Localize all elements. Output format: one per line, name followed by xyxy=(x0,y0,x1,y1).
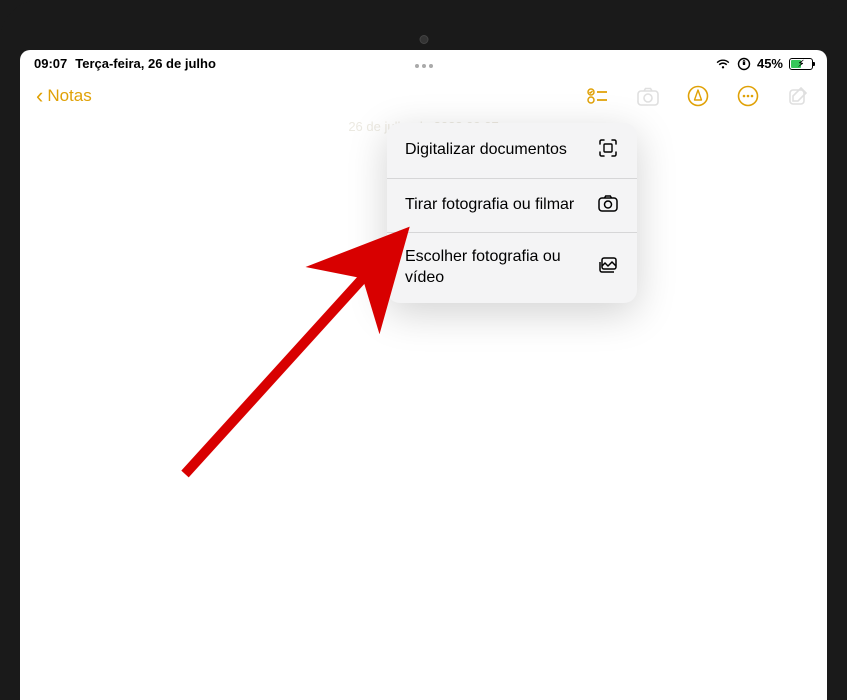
back-label: Notas xyxy=(47,86,91,106)
wifi-icon xyxy=(715,58,731,70)
device-camera xyxy=(419,35,428,44)
compose-icon[interactable] xyxy=(785,83,811,109)
menu-item-choose-photo[interactable]: Escolher fotografia ou vídeo xyxy=(387,232,637,303)
chevron-left-icon: ‹ xyxy=(36,85,43,107)
status-bar: 09:07 Terça-feira, 26 de julho 45% ⚡︎ xyxy=(20,50,827,75)
menu-item-take-photo[interactable]: Tirar fotografia ou filmar xyxy=(387,178,637,232)
nav-bar: ‹ Notas xyxy=(20,75,827,119)
back-button[interactable]: ‹ Notas xyxy=(36,85,92,107)
status-time: 09:07 xyxy=(34,56,67,71)
checklist-icon[interactable] xyxy=(585,83,611,109)
battery-percent: 45% xyxy=(757,56,783,71)
device-frame: 09:07 Terça-feira, 26 de julho 45% ⚡︎ xyxy=(0,0,847,700)
more-icon[interactable] xyxy=(735,83,761,109)
toolbar xyxy=(585,83,811,109)
status-date: Terça-feira, 26 de julho xyxy=(75,56,216,71)
screen: 09:07 Terça-feira, 26 de julho 45% ⚡︎ xyxy=(20,50,827,700)
camera-outline-icon xyxy=(597,193,619,218)
gallery-icon xyxy=(597,255,619,280)
rotation-lock-icon xyxy=(737,57,751,71)
menu-item-label: Tirar fotografia ou filmar xyxy=(405,195,585,216)
menu-item-label: Digitalizar documentos xyxy=(405,140,585,161)
menu-item-scan-documents[interactable]: Digitalizar documentos xyxy=(387,123,637,178)
camera-icon[interactable] xyxy=(635,83,661,109)
scan-document-icon xyxy=(597,137,619,164)
menu-item-label: Escolher fotografia ou vídeo xyxy=(405,247,585,289)
markup-icon[interactable] xyxy=(685,83,711,109)
charging-bolt-icon: ⚡︎ xyxy=(798,58,804,69)
camera-menu-popover: Digitalizar documentos Tirar fotografia … xyxy=(387,123,637,303)
multitask-indicator-icon[interactable] xyxy=(415,64,433,68)
battery-icon: ⚡︎ xyxy=(789,58,813,70)
note-body[interactable]: 26 de julho de 2022 09:07 Digitalizar do… xyxy=(20,119,827,700)
